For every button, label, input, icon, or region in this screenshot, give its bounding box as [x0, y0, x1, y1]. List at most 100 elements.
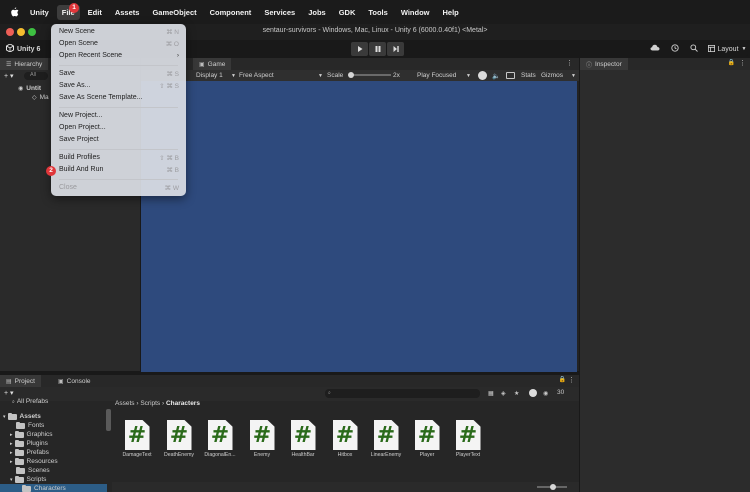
- project-search-input[interactable]: ⌕: [325, 389, 480, 398]
- menu-item-open-project[interactable]: Open Project...: [59, 124, 179, 134]
- menu-gameobject[interactable]: GameObject: [152, 8, 196, 17]
- menu-item-save-as[interactable]: Save As... ⇧ ⌘ S: [59, 82, 179, 92]
- scale-slider[interactable]: [349, 74, 391, 76]
- more-options-icon[interactable]: ⋮: [566, 59, 573, 67]
- breadcrumb-scripts[interactable]: Scripts: [140, 400, 160, 407]
- gizmos-button[interactable]: Gizmos: [541, 72, 563, 79]
- unity-logo-icon: [6, 43, 14, 54]
- apple-icon[interactable]: [10, 7, 20, 17]
- chevron-down-icon: ▼: [231, 73, 236, 79]
- filter-type-icon[interactable]: ▦: [488, 390, 494, 397]
- menu-assets[interactable]: Assets: [115, 8, 140, 17]
- asset-view-footer: [112, 482, 579, 492]
- stats-button[interactable]: Stats: [521, 72, 536, 79]
- menu-component[interactable]: Component: [210, 8, 252, 17]
- menu-item-new-project[interactable]: New Project...: [59, 112, 179, 122]
- tree-item-label: All Prefabs: [16, 398, 49, 405]
- icon-size-slider-handle[interactable]: [550, 484, 556, 490]
- layout-dropdown[interactable]: Layout ▼: [706, 42, 748, 56]
- tree-item-plugins[interactable]: ▸ Plugins: [10, 439, 48, 448]
- filter-label-icon[interactable]: ◈: [501, 390, 506, 397]
- pause-button[interactable]: [369, 42, 386, 56]
- menu-services[interactable]: Services: [264, 8, 295, 17]
- tab-game[interactable]: ▣ Game: [193, 58, 232, 70]
- tree-item-characters[interactable]: Characters: [0, 484, 107, 492]
- tree-scrollbar[interactable]: [106, 409, 111, 431]
- gizmo-toggle-icon[interactable]: [478, 71, 487, 80]
- tree-item-resources[interactable]: ▸ Resources: [10, 457, 58, 466]
- asset-item[interactable]: # HealthBar: [286, 420, 320, 464]
- folder-icon: [14, 457, 24, 465]
- menu-gdk[interactable]: GDK: [339, 8, 356, 17]
- menu-item-open-recent-scene[interactable]: Open Recent Scene ›: [59, 52, 179, 62]
- asset-item[interactable]: # DamageText: [120, 420, 154, 464]
- menu-item-new-scene[interactable]: New Scene ⌘ N: [59, 28, 179, 38]
- aspect-dropdown[interactable]: Free Aspect: [239, 72, 274, 79]
- project-add-button[interactable]: + ▾: [4, 389, 14, 397]
- menu-item-save[interactable]: Save ⌘ S: [59, 70, 179, 80]
- menu-window[interactable]: Window: [401, 8, 430, 17]
- menu-unity[interactable]: Unity: [30, 8, 49, 17]
- tree-item-assets[interactable]: ▾ Assets: [3, 412, 41, 421]
- tree-item-scripts[interactable]: ▾ Scripts: [10, 475, 46, 484]
- menu-item-build-profiles[interactable]: Build Profiles ⇧ ⌘ B: [59, 154, 179, 164]
- menu-item-save-as-scene-template[interactable]: Save As Scene Template...: [59, 94, 179, 104]
- eye-icon[interactable]: ◉: [543, 390, 548, 397]
- gameobject-item[interactable]: ◇ Ma: [32, 93, 49, 102]
- menu-item-build-and-run[interactable]: Build And Run ⌘ B: [59, 166, 179, 176]
- game-viewport[interactable]: [141, 81, 577, 372]
- tree-item-all-prefabs[interactable]: ⌕ All Prefabs: [12, 397, 48, 406]
- asset-item[interactable]: # DiagonalEn...: [203, 420, 237, 464]
- hierarchy-add-button[interactable]: + ▾: [4, 72, 14, 80]
- asset-item[interactable]: # Hitbox: [328, 420, 362, 464]
- menu-edit[interactable]: Edit: [88, 8, 102, 17]
- asset-item[interactable]: # LinearEnemy: [369, 420, 403, 464]
- asset-item[interactable]: # DeathEnemy: [162, 420, 196, 464]
- play-mode-dropdown[interactable]: Play Focused: [417, 72, 456, 79]
- tree-item-scenes[interactable]: Scenes: [16, 466, 50, 475]
- asset-item[interactable]: # Player: [410, 420, 444, 464]
- folder-icon: [14, 439, 24, 447]
- menu-jobs[interactable]: Jobs: [308, 8, 326, 17]
- more-options-icon[interactable]: ⋮: [739, 59, 746, 67]
- tree-item-label: Scenes: [28, 467, 50, 474]
- menu-item-save-project[interactable]: Save Project: [59, 136, 179, 146]
- favorite-icon[interactable]: ★: [514, 390, 519, 397]
- lock-icon[interactable]: 🔒: [728, 59, 735, 66]
- menu-tools[interactable]: Tools: [368, 8, 387, 17]
- breadcrumb-assets[interactable]: Assets: [115, 400, 135, 407]
- tab-project[interactable]: ▤ Project: [0, 375, 41, 387]
- chevron-down-icon: ▾: [10, 476, 13, 483]
- menu-help[interactable]: Help: [443, 8, 459, 17]
- tab-inspector[interactable]: ⓘ Inspector: [580, 58, 628, 70]
- tab-hierarchy[interactable]: ☰ Hierarchy: [0, 58, 49, 70]
- breadcrumb-characters[interactable]: Characters: [166, 400, 200, 407]
- asset-item[interactable]: # Enemy: [245, 420, 279, 464]
- tree-item-fonts[interactable]: Fonts: [16, 421, 44, 430]
- info-icon: ⓘ: [586, 62, 593, 69]
- more-options-icon[interactable]: ⋮: [568, 376, 575, 384]
- search-icon[interactable]: [690, 44, 698, 54]
- step-badge-1: 1: [69, 3, 79, 13]
- audio-icon[interactable]: 🔈: [492, 72, 500, 80]
- scene-item[interactable]: ◉ Untit: [18, 84, 41, 93]
- cloud-icon[interactable]: [650, 44, 660, 53]
- hidden-packages-icon[interactable]: [529, 389, 537, 397]
- inspector-tabbar: ⓘ Inspector 🔒 ⋮: [580, 58, 750, 70]
- asset-item[interactable]: # PlayerText: [451, 420, 485, 464]
- account-button[interactable]: Unity 6: [3, 42, 43, 56]
- scale-slider-handle[interactable]: [348, 72, 354, 78]
- hierarchy-search-input[interactable]: All: [24, 72, 48, 80]
- console-icon: ▣: [58, 378, 64, 385]
- hidden-count: 30: [557, 389, 565, 396]
- tab-console[interactable]: ▣ Console: [52, 375, 97, 387]
- tree-item-graphics[interactable]: ▸ Graphics: [10, 430, 53, 439]
- history-icon[interactable]: [671, 44, 679, 54]
- display-dropdown[interactable]: Display 1: [196, 72, 223, 79]
- tree-item-prefabs[interactable]: ▸ Prefabs: [10, 448, 49, 457]
- play-button[interactable]: [351, 42, 368, 56]
- view-options-icon[interactable]: [506, 72, 515, 79]
- lock-icon[interactable]: 🔒: [559, 376, 566, 383]
- step-button[interactable]: [387, 42, 404, 56]
- menu-item-open-scene[interactable]: Open Scene ⌘ O: [59, 40, 179, 50]
